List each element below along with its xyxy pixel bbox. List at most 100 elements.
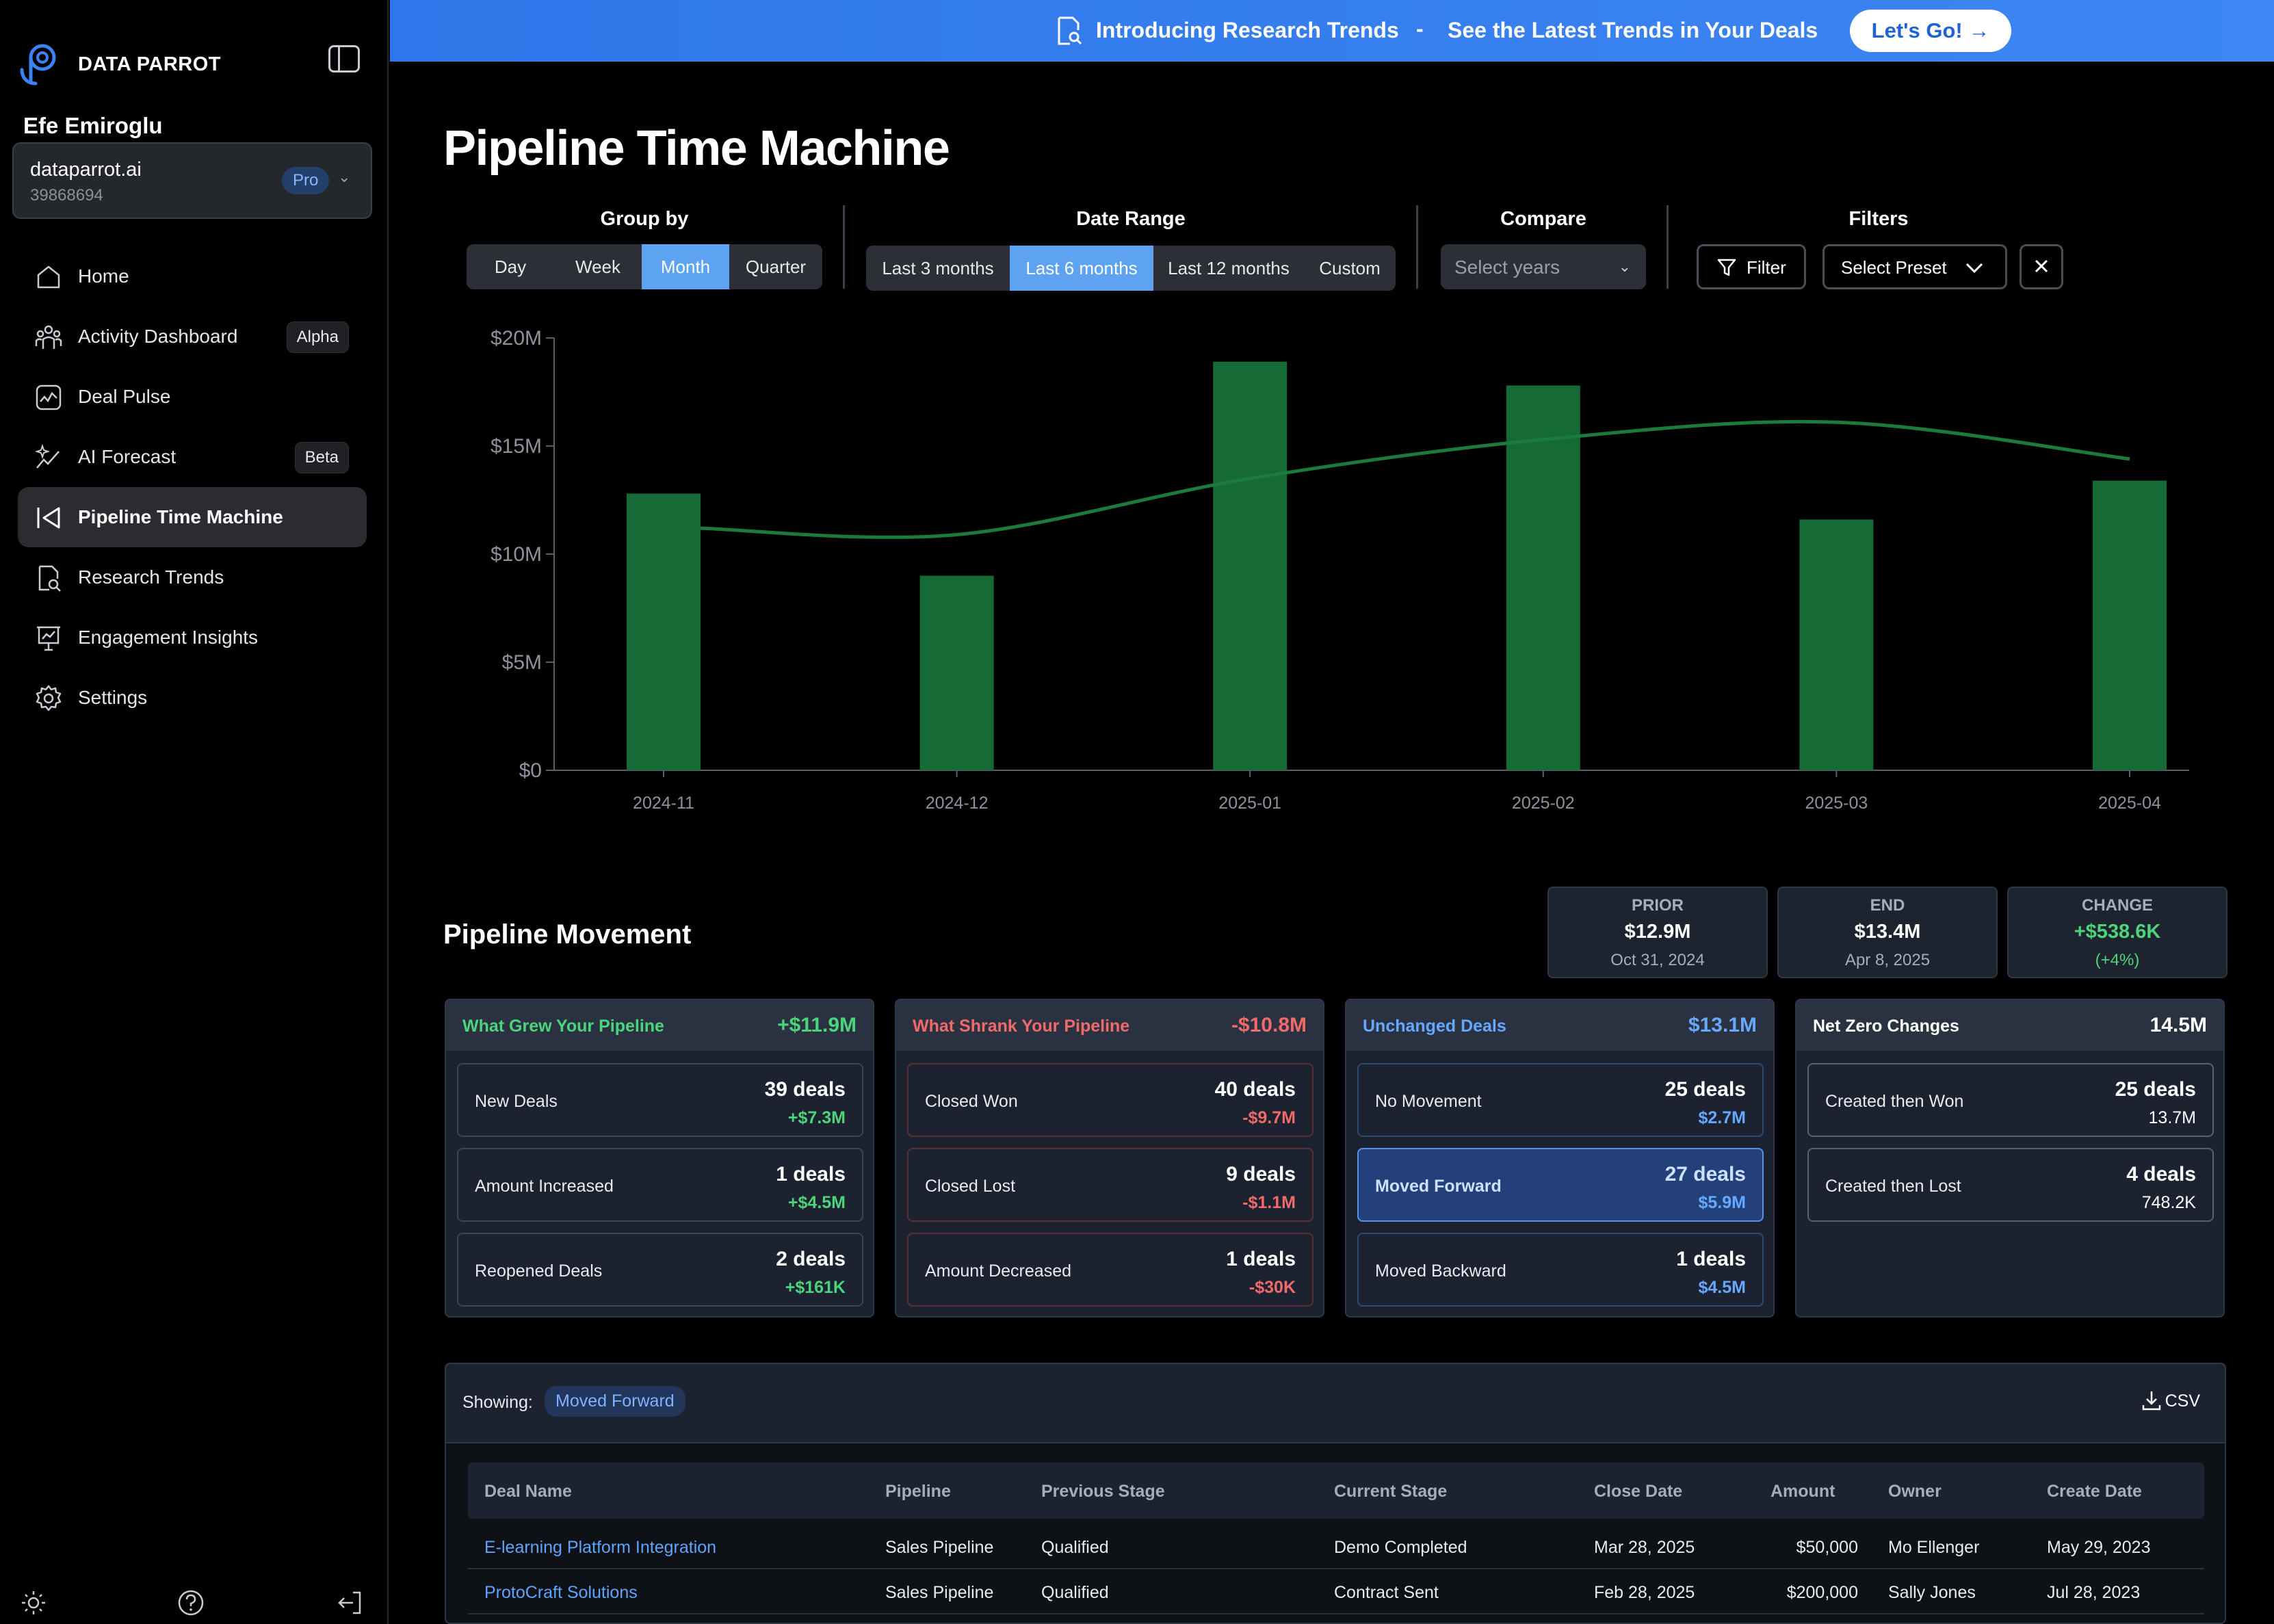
row-moved-backward[interactable]: Moved Backward 1 deals $4.5M — [1357, 1233, 1764, 1307]
sidebar-item-home[interactable]: Home — [18, 246, 367, 306]
date-range-segmented: Last 3 months Last 6 months Last 12 mont… — [866, 246, 1396, 291]
collapse-sidebar-button[interactable] — [328, 45, 360, 73]
select-preset-button[interactable]: Select Preset — [1822, 244, 2007, 289]
table-row: E-learning Platform Integration Sales Pi… — [468, 1524, 2204, 1569]
row-amount-increased[interactable]: Amount Increased 1 deals +$4.5M — [457, 1148, 863, 1222]
help-icon[interactable] — [177, 1588, 205, 1617]
row-closed-lost[interactable]: Closed Lost 9 deals -$1.1M — [907, 1148, 1314, 1222]
sidebar-item-label: Activity Dashboard — [78, 326, 238, 347]
date-range-last-6-months[interactable]: Last 6 months — [1010, 246, 1153, 291]
row-closed-won[interactable]: Closed Won 40 deals -$9.7M — [907, 1063, 1314, 1137]
group-by-month[interactable]: Month — [642, 244, 729, 289]
theme-toggle-icon[interactable] — [19, 1588, 48, 1617]
stat-date: Oct 31, 2024 — [1610, 951, 1705, 969]
table-row: ProtoCraft Solutions Sales Pipeline Qual… — [468, 1569, 2204, 1614]
rewind-icon — [34, 503, 63, 532]
compare-label: Compare — [1500, 208, 1586, 230]
filter-label: Filter — [1747, 257, 1786, 278]
row-label: Amount Increased — [475, 1177, 614, 1196]
chart-bar — [919, 575, 994, 770]
org-switcher[interactable]: dataparrot.ai 39868694 Pro ⌄ — [12, 142, 372, 219]
row-label: Created then Won — [1825, 1092, 1964, 1111]
x-tick-label: 2025-04 — [2098, 794, 2161, 813]
group-by-quarter[interactable]: Quarter — [729, 244, 822, 289]
lets-go-button[interactable]: Let's Go! → — [1850, 10, 2011, 52]
org-name: dataparrot.ai — [30, 159, 142, 181]
sidebar-item-deal-pulse[interactable]: Deal Pulse — [18, 367, 367, 427]
sidebar-item-label: Deal Pulse — [78, 386, 171, 407]
date-range-custom[interactable]: Custom — [1304, 246, 1396, 291]
row-label: No Movement — [1375, 1092, 1482, 1111]
date-range-last-3-months[interactable]: Last 3 months — [866, 246, 1010, 291]
announcement-banner: Introducing Research Trends - See the La… — [390, 0, 2274, 62]
cell-pipeline: Sales Pipeline — [885, 1538, 994, 1557]
column-header[interactable]: Amount — [1770, 1482, 1835, 1502]
deal-name-link[interactable]: ProtoCraft Solutions — [484, 1583, 638, 1603]
column-header[interactable]: Create Date — [2047, 1482, 2142, 1502]
cell-owner: Sally Jones — [1888, 1583, 1976, 1602]
row-created-then-lost[interactable]: Created then Lost 4 deals 748.2K — [1807, 1148, 2214, 1222]
column-header[interactable]: Close Date — [1594, 1482, 1682, 1502]
column-header[interactable]: Previous Stage — [1041, 1482, 1165, 1502]
row-no-movement[interactable]: No Movement 25 deals $2.7M — [1357, 1063, 1764, 1137]
cell-close-date: Mar 28, 2025 — [1594, 1538, 1695, 1557]
card-header: What Grew Your Pipeline +$11.9M — [446, 1000, 873, 1051]
card-title: Unchanged Deals — [1363, 1017, 1506, 1036]
logout-icon[interactable] — [335, 1588, 364, 1617]
card-total: 14.5M — [2149, 1014, 2207, 1036]
sidebar-item-activity-dashboard[interactable]: Activity Dashboard Alpha — [18, 306, 367, 367]
x-tick-label: 2024-12 — [926, 794, 989, 813]
group-by-label: Group by — [600, 208, 689, 230]
cell-create-date: Jul 28, 2023 — [2047, 1583, 2141, 1602]
compare-years-select[interactable]: Select years ⌄ — [1441, 244, 1646, 289]
card-header: Unchanged Deals $13.1M — [1346, 1000, 1773, 1051]
csv-export-button[interactable]: CSV — [2104, 1389, 2200, 1416]
row-amount-decreased[interactable]: Amount Decreased 1 deals -$30K — [907, 1233, 1314, 1307]
stat-label: CHANGE — [2081, 896, 2153, 915]
sidebar-item-settings[interactable]: Settings — [18, 668, 367, 728]
sidebar-item-engagement-insights[interactable]: Engagement Insights — [18, 607, 367, 668]
cell-amount: $200,000 — [1786, 1583, 1858, 1602]
sidebar-item-label: Pipeline Time Machine — [78, 506, 283, 527]
row-label: New Deals — [475, 1092, 558, 1111]
cell-previous-stage: Qualified — [1041, 1538, 1109, 1557]
row-label: Closed Lost — [925, 1177, 1016, 1196]
card-total: +$11.9M — [777, 1014, 857, 1036]
sidebar-item-ai-forecast[interactable]: AI Forecast Beta — [18, 427, 367, 487]
row-count: 25 deals — [2115, 1078, 2196, 1101]
row-count: 40 deals — [1214, 1078, 1296, 1101]
row-reopened-deals[interactable]: Reopened Deals 2 deals +$161K — [457, 1233, 863, 1307]
deal-name-link[interactable]: E-learning Platform Integration — [484, 1538, 716, 1558]
sidebar-item-research-trends[interactable]: Research Trends — [18, 547, 367, 607]
card-unchanged-deals: Unchanged Deals $13.1M No Movement 25 de… — [1345, 999, 1775, 1318]
group-by-week[interactable]: Week — [554, 244, 642, 289]
row-created-then-won[interactable]: Created then Won 25 deals 13.7M — [1807, 1063, 2214, 1137]
stat-change: CHANGE +$538.6K (+4%) — [2007, 887, 2227, 978]
row-moved-forward[interactable]: Moved Forward 27 deals $5.9M — [1357, 1148, 1764, 1222]
cell-owner: Mo Ellenger — [1888, 1538, 1980, 1557]
y-tick-label: $10M — [491, 543, 542, 566]
page-title: Pipeline Time Machine — [443, 121, 950, 176]
row-count: 4 deals — [2126, 1163, 2196, 1186]
group-by-day[interactable]: Day — [467, 244, 554, 289]
sidebar-item-pipeline-time-machine[interactable]: Pipeline Time Machine — [18, 487, 367, 547]
column-header[interactable]: Pipeline — [885, 1482, 951, 1502]
row-amount: 748.2K — [2141, 1193, 2196, 1212]
data-parrot-logo — [20, 44, 56, 86]
divider — [1416, 205, 1418, 289]
clear-filters-button[interactable] — [2020, 244, 2063, 289]
column-header[interactable]: Owner — [1888, 1482, 1942, 1502]
deals-table: Deal Name Pipeline Previous Stage Curren… — [446, 1442, 2225, 1623]
y-tick-label: $20M — [491, 327, 542, 350]
column-header[interactable]: Deal Name — [484, 1482, 572, 1502]
filter-button[interactable]: Filter — [1697, 244, 1806, 289]
row-label: Moved Forward — [1375, 1177, 1502, 1196]
row-label: Moved Backward — [1375, 1261, 1506, 1281]
cell-create-date: May 29, 2023 — [2047, 1538, 2151, 1557]
x-tick-label: 2024-11 — [633, 794, 694, 813]
date-range-last-12-months[interactable]: Last 12 months — [1153, 246, 1304, 291]
pulse-icon — [34, 383, 63, 412]
row-new-deals[interactable]: New Deals 39 deals +$7.3M — [457, 1063, 863, 1137]
stat-value: +$538.6K — [2074, 921, 2161, 943]
column-header[interactable]: Current Stage — [1334, 1482, 1447, 1502]
